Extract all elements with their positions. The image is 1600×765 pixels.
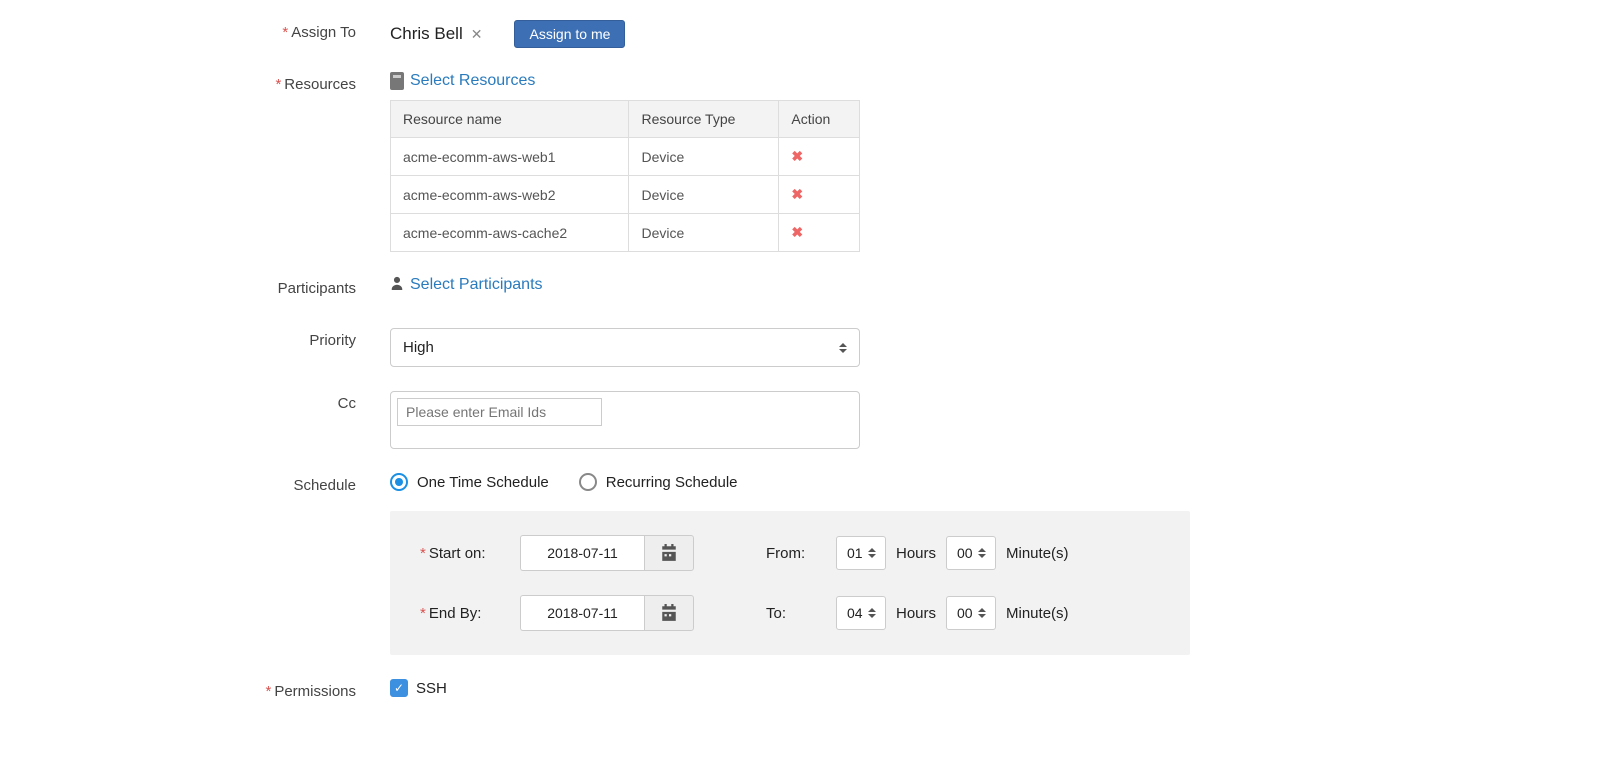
user-icon [390,276,404,294]
one-time-schedule-radio[interactable]: One Time Schedule [390,473,549,491]
delete-resource-icon[interactable]: ✖ [791,148,803,164]
resource-type-cell: Device [629,214,779,252]
calendar-icon [660,544,678,562]
table-row: acme-ecomm-aws-web2 Device ✖ [391,176,860,214]
to-hours-stepper[interactable]: 04 [836,596,886,630]
from-hours-stepper[interactable]: 01 [836,536,886,570]
hours-unit: Hours [896,545,936,562]
delete-resource-icon[interactable]: ✖ [791,224,803,240]
resource-name-cell: acme-ecomm-aws-web2 [391,176,629,214]
table-row: acme-ecomm-aws-cache2 Device ✖ [391,214,860,252]
resources-table: Resource name Resource Type Action acme-… [390,100,860,252]
radio-label: One Time Schedule [417,474,549,491]
participants-label: Participants [40,276,390,297]
priority-select[interactable]: High [390,328,860,367]
select-participants-link[interactable]: Select Participants [410,276,543,294]
resource-name-cell: acme-ecomm-aws-web1 [391,138,629,176]
resource-name-cell: acme-ecomm-aws-cache2 [391,214,629,252]
chevron-updown-icon [868,548,876,558]
assignee-name: Chris Bell [390,24,463,44]
permissions-label: *Permissions [40,679,390,700]
cc-label: Cc [40,391,390,412]
to-minutes-stepper[interactable]: 00 [946,596,996,630]
end-by-label: *End By: [420,605,520,622]
hours-unit: Hours [896,605,936,622]
chevron-updown-icon [868,608,876,618]
start-on-label: *Start on: [420,545,520,562]
resources-label: *Resources [40,72,390,93]
radio-icon [579,473,597,491]
server-icon [390,72,404,90]
minutes-unit: Minute(s) [1006,545,1069,562]
priority-label: Priority [40,328,390,349]
table-header-name: Resource name [391,101,629,138]
to-label: To: [766,605,826,622]
table-row: acme-ecomm-aws-web1 Device ✖ [391,138,860,176]
from-label: From: [766,545,826,562]
table-header-action: Action [779,101,860,138]
calendar-icon [660,604,678,622]
resource-type-cell: Device [629,176,779,214]
assign-to-label: *Assign To [40,20,390,41]
start-date-picker-button[interactable] [644,535,694,571]
ssh-label: SSH [416,680,447,697]
cc-email-input[interactable] [397,398,602,426]
recurring-schedule-radio[interactable]: Recurring Schedule [579,473,738,491]
resource-type-cell: Device [629,138,779,176]
radio-label: Recurring Schedule [606,474,738,491]
delete-resource-icon[interactable]: ✖ [791,186,803,202]
radio-icon [390,473,408,491]
minutes-unit: Minute(s) [1006,605,1069,622]
chevron-updown-icon [978,608,986,618]
assign-to-me-button[interactable]: Assign to me [514,20,625,48]
select-resources-link[interactable]: Select Resources [410,72,535,90]
schedule-label: Schedule [40,473,390,494]
chevron-updown-icon [978,548,986,558]
from-minutes-stepper[interactable]: 00 [946,536,996,570]
end-date-picker-button[interactable] [644,595,694,631]
priority-value: High [403,339,434,356]
chevron-updown-icon [839,343,847,353]
start-date-input[interactable]: 2018-07-11 [520,535,644,571]
ssh-checkbox[interactable]: ✓ [390,679,408,697]
remove-assignee-icon[interactable]: ✕ [471,26,483,43]
table-header-type: Resource Type [629,101,779,138]
end-date-input[interactable]: 2018-07-11 [520,595,644,631]
